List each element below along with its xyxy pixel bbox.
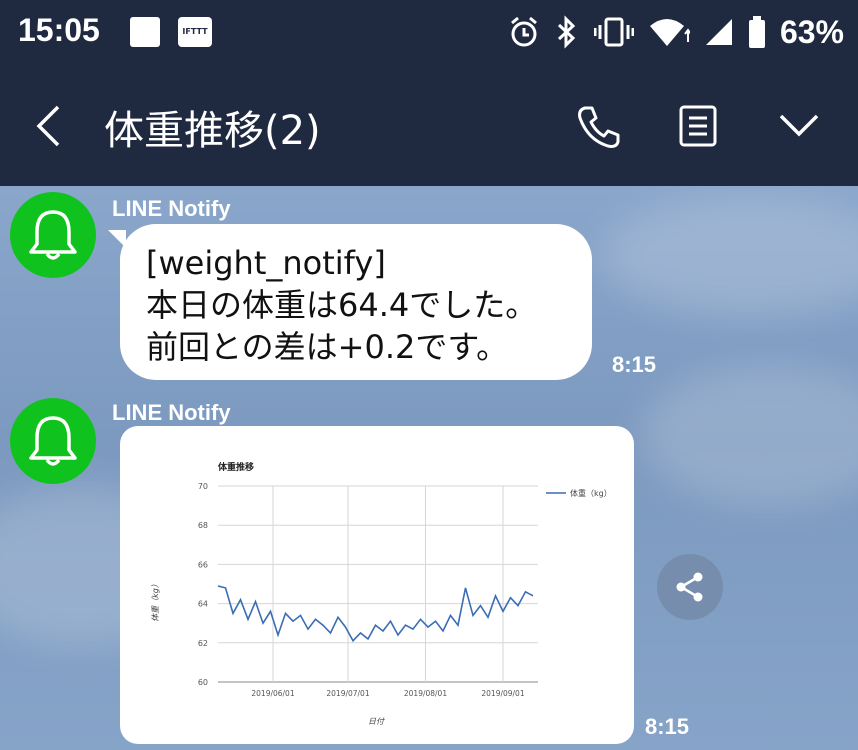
x-tick-label: 2019/08/01 (404, 689, 447, 698)
chat-title: 体重推移(2) (104, 108, 321, 154)
x-axis-label: 日付 (368, 717, 385, 726)
message-time: 8:15 (645, 714, 690, 739)
y-tick-label: 68 (198, 521, 208, 530)
legend-label: 体重（kg） (570, 488, 612, 498)
phone-icon (578, 106, 620, 148)
y-tick-label: 60 (198, 678, 208, 687)
status-bar: 15:05 IFTTT 63% (0, 0, 858, 64)
chart-title: 体重推移 (218, 461, 254, 473)
message-line: 前回との差は+0.2です。 (146, 328, 509, 366)
x-tick-label: 2019/06/01 (251, 689, 294, 698)
avatar[interactable] (10, 398, 96, 484)
series-line (217, 585, 534, 643)
image-message[interactable]: 体重推移 60 62 64 66 68 70 2019/06/01 2019/07/01 20… (120, 426, 634, 744)
chat-header: 体重推移(2) (0, 64, 858, 186)
notes-icon (679, 105, 717, 147)
y-tick-label: 62 (198, 639, 208, 648)
y-tick-label: 64 (198, 600, 208, 609)
call-button[interactable] (576, 104, 622, 154)
share-icon (676, 572, 703, 602)
battery-percent: 63% (779, 13, 844, 50)
x-tick-label: 2019/09/01 (481, 689, 524, 698)
signal-icon (704, 17, 734, 47)
menu-dropdown-button[interactable] (778, 112, 820, 142)
weight-chart: 体重推移 60 62 64 66 68 70 2019/06/01 2019/07/01 20… (151, 461, 612, 726)
clock: 15:05 (18, 12, 100, 48)
bell-icon (29, 416, 77, 466)
battery-icon (748, 16, 766, 48)
chat-area[interactable]: LINE Notify [weight_notify] 本日の体重は64.4でし… (0, 186, 858, 750)
back-button[interactable] (34, 104, 62, 152)
message-line: 本日の体重は64.4でした。 (146, 286, 538, 324)
chevron-left-icon (36, 105, 60, 147)
message-bubble[interactable]: [weight_notify] 本日の体重は64.4でした。 前回との差は+0.… (120, 224, 592, 380)
y-tick-label: 70 (198, 482, 208, 491)
share-button[interactable] (657, 554, 723, 620)
bluetooth-icon (554, 15, 580, 49)
x-tick-label: 2019/07/01 (326, 689, 369, 698)
message-line: [weight_notify] (146, 244, 386, 282)
y-tick-label: 66 (198, 560, 208, 569)
vibrate-icon (593, 16, 634, 48)
bell-icon (29, 210, 77, 260)
alarm-icon (508, 15, 540, 49)
message-time: 8:15 (612, 352, 657, 377)
sender-name: LINE Notify (112, 196, 231, 221)
chevron-down-icon (779, 114, 819, 137)
square-icon (130, 17, 160, 47)
ifttt-icon: IFTTT (178, 17, 212, 47)
wifi-icon (648, 16, 690, 48)
avatar[interactable] (10, 192, 96, 278)
y-axis-label: 体重（kg） (151, 580, 160, 622)
notes-button[interactable] (678, 104, 718, 152)
sender-name: LINE Notify (112, 400, 231, 425)
